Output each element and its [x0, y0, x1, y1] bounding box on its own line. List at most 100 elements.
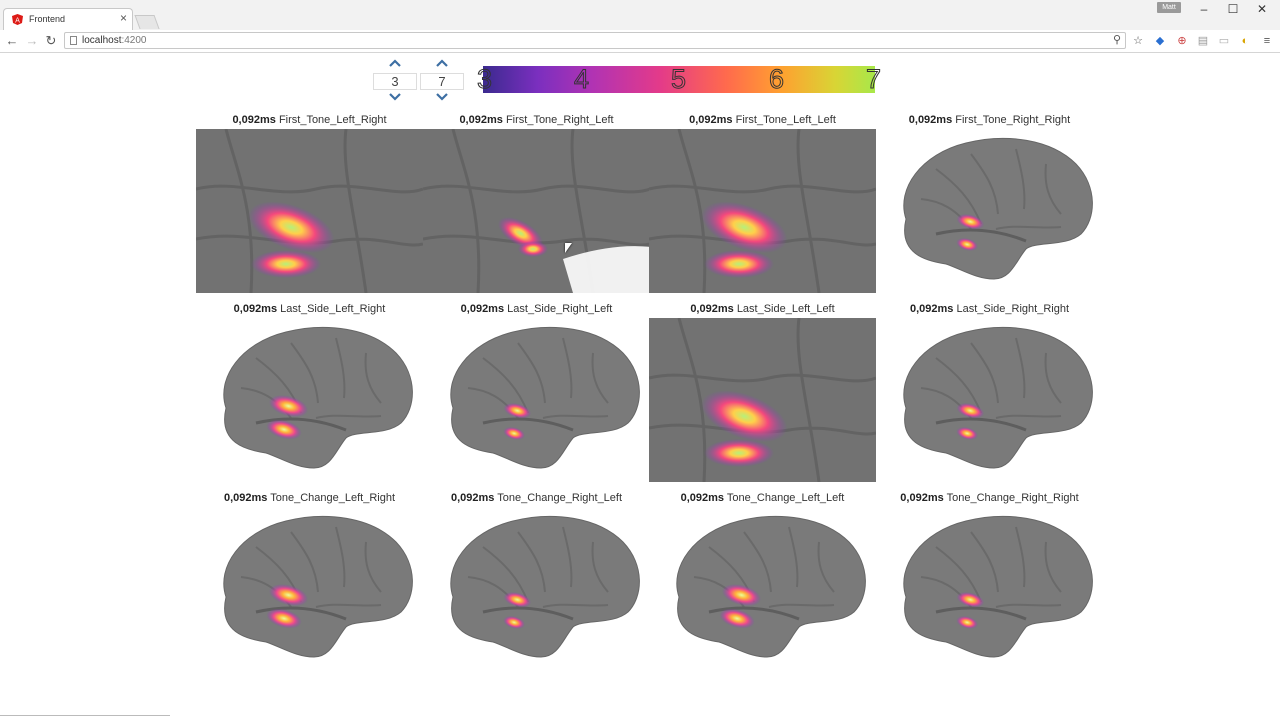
brain-view[interactable]: [196, 507, 423, 671]
reload-icon[interactable]: ↻: [43, 33, 59, 49]
url-host: localhost: [82, 35, 122, 46]
min-decrement-chevron-down-icon[interactable]: [386, 92, 404, 104]
panel-condition-name: Tone_Change_Right_Left: [497, 492, 623, 504]
brain-render: [903, 137, 1093, 280]
panel-condition-name: Last_Side_Left_Right: [280, 303, 386, 315]
extension-chat-icon[interactable]: ▭: [1217, 34, 1231, 48]
brain-render: [903, 515, 1093, 658]
colorbar-label: 7: [865, 64, 882, 95]
panel-condition-name: Last_Side_Right_Right: [956, 303, 1070, 315]
brain-panel: 0,092ms Last_Side_Left_Left: [649, 303, 876, 487]
panel-caption: 0,092ms First_Tone_Right_Left: [423, 114, 650, 126]
max-increment-chevron-up-icon[interactable]: [433, 58, 451, 70]
browser-tab[interactable]: A Frontend ×: [3, 8, 133, 30]
browser-toolbar: ← → ↻ localhost:4200 ⚲ ☆ ◆ ⊕ ▤ ▭ ◐ ≡: [0, 30, 1280, 53]
extension-puzzle-icon[interactable]: ⊕: [1175, 34, 1189, 48]
status-line: [0, 715, 170, 716]
panel-time: 0,092ms: [460, 303, 505, 315]
brain-zoom-render: [423, 129, 650, 293]
minimize-icon[interactable]: –: [1192, 0, 1216, 18]
colorbar-label: 4: [573, 64, 590, 95]
panel-caption: 0,092ms Tone_Change_Right_Right: [876, 492, 1103, 504]
panel-time: 0,092ms: [689, 114, 733, 126]
panel-caption: 0,092ms Tone_Change_Left_Left: [649, 492, 876, 504]
brain-panel: 0,092ms Last_Side_Right_Right: [876, 303, 1103, 487]
brain-zoomed-view[interactable]: [196, 129, 423, 293]
search-icon[interactable]: ⚲: [1113, 33, 1121, 46]
maximize-icon[interactable]: ☐: [1221, 0, 1245, 18]
panel-condition-name: Last_Side_Left_Left: [736, 303, 835, 315]
brain-view[interactable]: [876, 318, 1103, 482]
star-icon[interactable]: ☆: [1131, 34, 1145, 48]
panel-time: 0,092ms: [690, 303, 734, 315]
panel-caption: 0,092ms First_Tone_Right_Right: [876, 114, 1103, 126]
max-decrement-chevron-down-icon[interactable]: [433, 92, 451, 104]
brain-view[interactable]: [876, 507, 1103, 671]
panel-time: 0,092ms: [909, 303, 954, 315]
brain-view[interactable]: [196, 318, 423, 482]
panel-time: 0,092ms: [232, 114, 276, 126]
panel-time: 0,092ms: [450, 492, 495, 504]
panel-time: 0,092ms: [233, 303, 278, 315]
panel-time: 0,092ms: [908, 114, 953, 126]
brain-zoomed-view[interactable]: [649, 129, 876, 293]
tab-close-icon[interactable]: ×: [120, 11, 127, 25]
brain-view[interactable]: [423, 507, 650, 671]
min-increment-chevron-up-icon[interactable]: [386, 58, 404, 70]
brain-render: [223, 515, 413, 658]
back-icon[interactable]: ←: [4, 33, 20, 49]
panel-condition-name: Tone_Change_Left_Left: [726, 492, 845, 504]
max-spinner: 7: [420, 58, 464, 106]
brain-panel: 0,092ms Last_Side_Right_Left: [423, 303, 650, 487]
extension-diamond-icon[interactable]: ◆: [1153, 34, 1167, 48]
panel-caption: 0,092ms Tone_Change_Left_Right: [196, 492, 423, 504]
brain-view[interactable]: [423, 318, 650, 482]
extension-moon-icon[interactable]: ◐: [1238, 34, 1252, 48]
brain-panel: 0,092ms First_Tone_Left_Right: [196, 114, 423, 298]
menu-icon[interactable]: ≡: [1260, 34, 1274, 48]
tab-title: Frontend: [29, 14, 66, 24]
panel-time: 0,092ms: [900, 492, 944, 504]
min-value-input[interactable]: 3: [373, 73, 417, 90]
panel-condition-name: First_Tone_Right_Right: [955, 114, 1071, 126]
forward-icon[interactable]: →: [24, 33, 40, 49]
url-text: localhost:4200: [82, 35, 147, 46]
panel-caption: 0,092ms Last_Side_Right_Left: [423, 303, 650, 315]
panel-condition-name: First_Tone_Left_Left: [735, 114, 836, 126]
brain-panel: 0,092ms Tone_Change_Left_Right: [196, 492, 423, 676]
brain-zoomed-view[interactable]: [649, 318, 876, 482]
colorbar: 3 4 5 6 7: [476, 64, 882, 95]
panel-caption: 0,092ms First_Tone_Left_Left: [649, 114, 876, 126]
panel-condition-name: Tone_Change_Left_Right: [270, 492, 396, 504]
brain-view[interactable]: [649, 507, 876, 671]
brain-view[interactable]: [876, 129, 1103, 293]
panel-condition-name: Last_Side_Right_Left: [507, 303, 613, 315]
panel-caption: 0,092ms Last_Side_Right_Right: [876, 303, 1103, 315]
new-tab-button[interactable]: [134, 15, 160, 29]
profile-button[interactable]: Matt: [1157, 2, 1181, 13]
panel-condition-name: Tone_Change_Right_Right: [946, 492, 1079, 504]
brain-zoomed-view[interactable]: [423, 129, 650, 293]
address-bar[interactable]: localhost:4200 ⚲: [64, 32, 1126, 49]
mouse-cursor: [565, 243, 572, 253]
svg-text:A: A: [15, 17, 20, 25]
extension-doc-icon[interactable]: ▤: [1196, 34, 1210, 48]
angular-icon: A: [12, 14, 23, 25]
brain-zoom-render: [196, 129, 423, 293]
panel-caption: 0,092ms Last_Side_Left_Left: [649, 303, 876, 315]
brain-panel: 0,092ms First_Tone_Left_Left: [649, 114, 876, 298]
page-icon: [70, 36, 77, 45]
brain-render: [223, 326, 413, 469]
brain-zoom-render: [649, 318, 876, 482]
max-value-input[interactable]: 7: [420, 73, 464, 90]
window-close-icon[interactable]: ✕: [1250, 0, 1274, 18]
panel-condition-name: First_Tone_Right_Left: [505, 114, 614, 126]
brain-panel: 0,092ms Tone_Change_Right_Right: [876, 492, 1103, 676]
browser-tab-bar: A Frontend × Matt – ☐ ✕: [0, 0, 1280, 30]
colorbar-label: 3: [476, 64, 493, 95]
panel-time: 0,092ms: [223, 492, 268, 504]
panel-caption: 0,092ms First_Tone_Left_Right: [196, 114, 423, 126]
brain-render: [903, 326, 1093, 469]
colorbar-label: 5: [670, 64, 687, 95]
panel-time: 0,092ms: [459, 114, 503, 126]
